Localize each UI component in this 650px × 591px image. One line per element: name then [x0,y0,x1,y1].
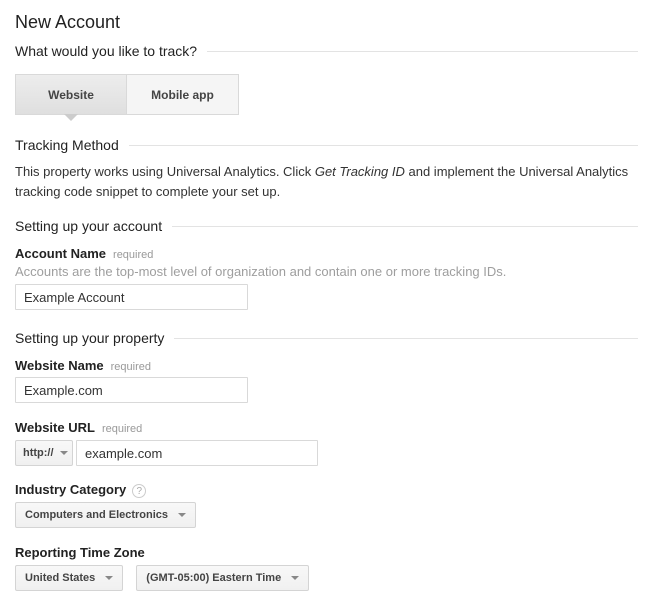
reporting-time-zone-row: United States (GMT-05:00) Eastern Time [15,565,638,591]
section-divider [174,338,638,339]
timezone-dropdown[interactable]: (GMT-05:00) Eastern Time [136,565,309,591]
protocol-dropdown[interactable]: http:// [15,440,73,466]
chevron-down-icon [291,576,299,580]
page-title: New Account [15,12,638,33]
reporting-time-zone-label: Reporting Time Zone [15,545,145,560]
tab-mobile-app[interactable]: Mobile app [127,75,238,114]
chevron-down-icon [178,513,186,517]
section-divider [172,226,638,227]
section-divider [129,145,638,146]
required-badge: required [113,249,153,261]
country-dropdown-value: United States [25,572,95,584]
website-url-label-row: Website URL required [15,420,638,435]
account-name-label: Account Name [15,246,106,261]
timezone-dropdown-value: (GMT-05:00) Eastern Time [146,572,281,584]
account-name-help-text: Accounts are the top-most level of organ… [15,264,638,279]
help-icon[interactable]: ? [132,484,146,498]
chevron-down-icon [60,451,68,455]
website-url-label: Website URL [15,420,95,435]
tab-website[interactable]: Website [16,75,127,114]
protocol-dropdown-value: http:// [23,447,54,459]
track-type-tabs: Website Mobile app [15,74,239,115]
required-badge: required [102,423,142,435]
industry-category-label-row: Industry Category ? [15,482,638,498]
website-url-row: http:// [15,440,638,466]
get-tracking-id-emphasis: Get Tracking ID [315,164,405,179]
section-divider [207,51,638,52]
selected-tab-pointer-icon [64,114,78,121]
property-section-heading: Setting up your property [15,331,164,346]
track-section-heading-row: What would you like to track? [15,44,638,59]
track-section-heading: What would you like to track? [15,44,197,59]
chevron-down-icon [105,576,113,580]
website-name-label-row: Website Name required [15,358,638,373]
property-section-heading-row: Setting up your property [15,331,638,346]
reporting-time-zone-label-row: Reporting Time Zone [15,545,638,560]
tracking-method-heading: Tracking Method [15,138,119,153]
industry-category-dropdown[interactable]: Computers and Electronics [15,502,196,528]
description-text: This property works using Universal Anal… [15,164,315,179]
account-name-input[interactable] [15,284,248,310]
website-name-input[interactable] [15,377,248,403]
industry-category-label: Industry Category [15,482,126,497]
account-name-label-row: Account Name required [15,246,638,261]
new-account-page: New Account What would you like to track… [0,0,650,591]
website-name-label: Website Name [15,358,104,373]
required-badge: required [111,361,151,373]
country-dropdown[interactable]: United States [15,565,123,591]
tracking-method-heading-row: Tracking Method [15,138,638,153]
website-url-input[interactable] [76,440,318,466]
industry-category-dropdown-value: Computers and Electronics [25,509,168,521]
tracking-method-description: This property works using Universal Anal… [15,162,638,202]
account-section-heading: Setting up your account [15,219,162,234]
account-section-heading-row: Setting up your account [15,219,638,234]
